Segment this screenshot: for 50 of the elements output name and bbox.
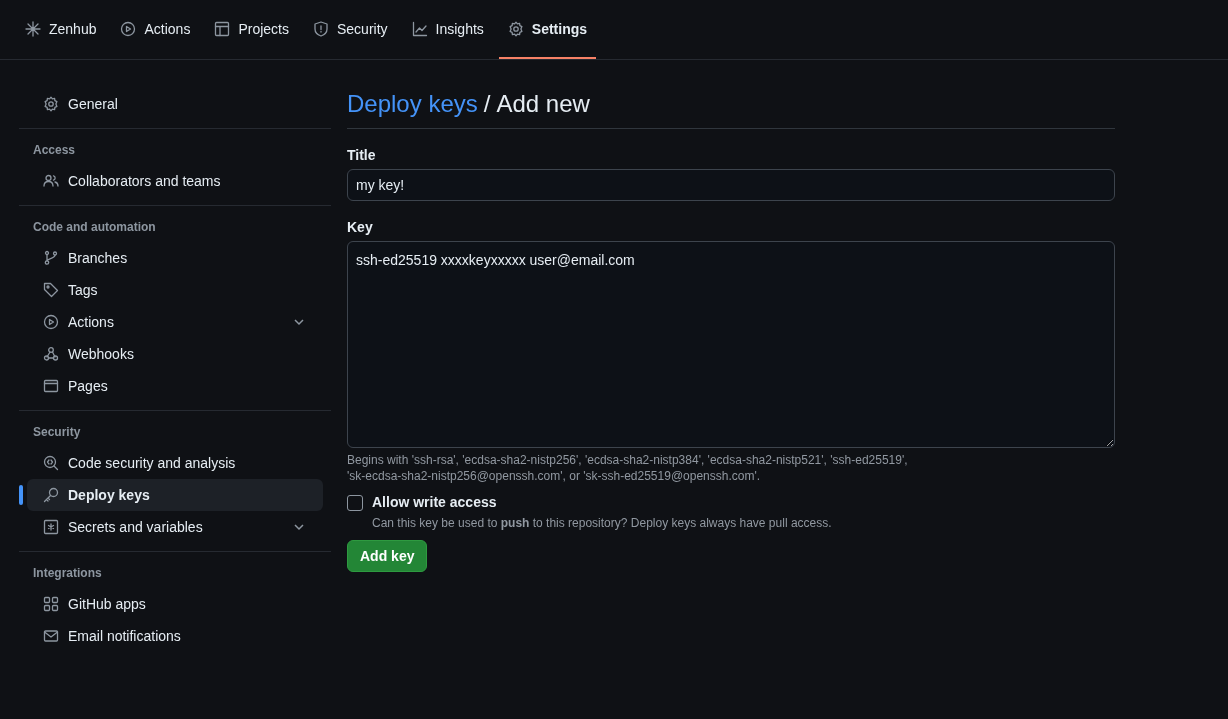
tag-icon xyxy=(43,282,59,298)
add-key-button[interactable]: Add key xyxy=(347,540,428,572)
repo-tab[interactable]: Security xyxy=(304,0,397,59)
asterisk-icon xyxy=(25,20,41,37)
sidebar-item[interactable]: Email notifications xyxy=(27,620,323,652)
help-text: Begins with 'ssh-rsa', 'ecdsa-sha2-nistp256', 'ecdsa-sha2-nistp384', 'ecdsa-sha2-nistp521', 'ssh-ed25519', 'sk-ecdsa-sha2-nistp256@openssh.com', or 'sk-ssh-ed25519@openssh.com'. xyxy=(347,452,909,484)
table-icon xyxy=(214,20,231,37)
breadcrumb-separator: / xyxy=(483,90,491,118)
apps-icon xyxy=(43,596,59,612)
repo-tab[interactable]: Zenhub xyxy=(16,0,106,59)
sidebar-heading: Access xyxy=(32,142,77,159)
repo-tab[interactable]: Insights xyxy=(402,0,493,59)
sidebar-item[interactable]: Tags xyxy=(27,274,323,306)
checkbox[interactable] xyxy=(347,495,363,511)
sidebar-item[interactable]: GitHub apps xyxy=(27,588,323,620)
play-icon xyxy=(120,20,137,37)
repo-tab[interactable]: Actions xyxy=(111,0,200,59)
branch-icon xyxy=(43,250,59,266)
sidebar-heading: Integrations xyxy=(32,565,103,582)
field-label: Key xyxy=(347,219,374,235)
mail-icon xyxy=(43,628,59,644)
sidebar-item[interactable]: Webhooks xyxy=(27,338,323,370)
sidebar-heading: Code and automation xyxy=(32,219,157,236)
key-icon xyxy=(43,487,59,503)
checkbox-label: Allow write access xyxy=(372,494,498,510)
webhook-icon xyxy=(43,346,59,362)
sidebar-item[interactable]: Code security and analysis xyxy=(27,447,323,479)
sidebar-item[interactable]: Pages xyxy=(27,370,323,402)
sidebar-item[interactable]: Collaborators and teams xyxy=(27,165,323,197)
gear-icon xyxy=(507,20,524,37)
play-icon xyxy=(43,314,59,330)
repo-tab[interactable]: Projects xyxy=(205,0,298,59)
sidebar-item[interactable]: Secrets and variables xyxy=(27,511,323,543)
graph-icon xyxy=(411,20,428,37)
people-icon xyxy=(43,173,59,189)
sidebar-item[interactable]: Branches xyxy=(27,242,323,274)
sidebar-item[interactable]: Actions xyxy=(27,306,323,338)
sidebar-heading: Security xyxy=(32,424,82,441)
repo-tab[interactable]: Settings xyxy=(498,0,597,59)
breadcrumb-link[interactable]: Deploy keys xyxy=(347,90,478,118)
browser-icon xyxy=(43,378,59,394)
title-input[interactable]: my key! xyxy=(347,169,1115,201)
key-textarea[interactable]: ssh-ed25519 xxxxkeyxxxxx user@email.com xyxy=(347,241,1115,448)
checkbox-description: Can this key be used to push to this repository? Deploy keys always have pull access. xyxy=(372,516,832,530)
page-title: Add new xyxy=(496,90,590,118)
sidebar-item[interactable]: General xyxy=(27,88,323,120)
shield-icon xyxy=(313,20,329,37)
codescan-icon xyxy=(43,455,59,471)
field-label: Title xyxy=(347,147,377,163)
gear-icon xyxy=(43,96,59,112)
